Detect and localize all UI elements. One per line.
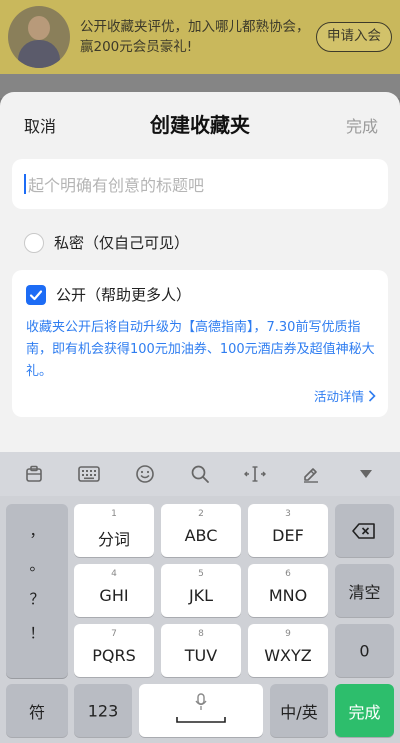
clear-key[interactable]: 清空 bbox=[335, 564, 394, 617]
text-caret bbox=[24, 174, 26, 194]
punct-key[interactable]: ！ bbox=[6, 616, 68, 650]
activity-details-label: 活动详情 bbox=[313, 389, 364, 404]
private-radio[interactable] bbox=[24, 232, 44, 253]
symbol-key[interactable]: 符 bbox=[6, 684, 68, 737]
key-3[interactable]: 3 DEF bbox=[248, 504, 328, 557]
title-placeholder: 起个明确有创意的标题吧 bbox=[28, 176, 205, 195]
key-number: 3 bbox=[285, 509, 291, 519]
key-8[interactable]: 8 TUV bbox=[161, 624, 241, 677]
keyboard-icon[interactable] bbox=[74, 459, 104, 489]
keyboard-done-key[interactable]: 完成 bbox=[335, 684, 394, 737]
key-label: 分词 bbox=[97, 530, 130, 549]
key-label: WXYZ bbox=[264, 646, 312, 665]
key-label: GHI bbox=[99, 586, 129, 605]
key-label: TUV bbox=[184, 646, 218, 665]
key-9[interactable]: 9 WXYZ bbox=[248, 624, 328, 677]
key-number: 8 bbox=[198, 629, 204, 639]
key-2[interactable]: 2 ABC bbox=[161, 504, 241, 557]
keyboard: ， 。 ？ ！ 1 分词 2 ABC 3 DEF 4 GHI 5 JKL 6 M… bbox=[0, 452, 400, 743]
public-checkbox[interactable] bbox=[26, 284, 46, 305]
emoji-icon[interactable] bbox=[130, 459, 160, 489]
private-option[interactable]: 私密（仅自己可见） bbox=[24, 232, 189, 253]
key-label: ABC bbox=[184, 526, 218, 545]
join-button[interactable]: 申请入会 bbox=[316, 22, 392, 52]
key-number: 4 bbox=[111, 569, 117, 579]
key-7[interactable]: 7 PQRS bbox=[74, 624, 154, 677]
search-icon[interactable] bbox=[185, 459, 215, 489]
clipboard-icon[interactable] bbox=[19, 459, 49, 489]
cursor-move-icon[interactable] bbox=[240, 459, 270, 489]
number-key[interactable]: 123 bbox=[74, 684, 132, 737]
clear-label: 清空 bbox=[348, 582, 381, 602]
key-number: 9 bbox=[285, 629, 291, 639]
key-label: DEF bbox=[272, 526, 304, 545]
public-label: 公开（帮助更多人） bbox=[56, 286, 192, 304]
done-button[interactable]: 完成 bbox=[346, 113, 378, 137]
zero-key[interactable]: 0 bbox=[335, 624, 394, 677]
space-key[interactable] bbox=[139, 684, 263, 737]
backspace-icon bbox=[352, 522, 375, 539]
banner-avatar bbox=[8, 6, 70, 68]
punct-key[interactable]: ？ bbox=[6, 582, 68, 616]
sheet-title: 创建收藏夹 bbox=[150, 113, 250, 137]
key-label: MNO bbox=[268, 586, 308, 605]
language-switch-key[interactable]: 中/英 bbox=[270, 684, 328, 737]
edit-icon[interactable] bbox=[296, 459, 326, 489]
zero-label: 0 bbox=[359, 641, 370, 660]
promo-banner[interactable]: 公开收藏夹评优，加入哪儿都熟协会，赢200元会员豪礼! 申请入会 bbox=[0, 0, 400, 74]
symbol-label: 符 bbox=[28, 702, 45, 722]
keyboard-done-label: 完成 bbox=[348, 702, 381, 722]
number-label: 123 bbox=[87, 701, 119, 720]
punct-key[interactable]: ， bbox=[6, 514, 68, 548]
key-5[interactable]: 5 JKL bbox=[161, 564, 241, 617]
key-6[interactable]: 6 MNO bbox=[248, 564, 328, 617]
backspace-key[interactable] bbox=[335, 504, 394, 557]
punctuation-column[interactable]: ， 。 ？ ！ bbox=[6, 504, 68, 678]
create-favorites-sheet: 取消 创建收藏夹 完成 起个明确有创意的标题吧 私密（仅自己可见） 公开（帮助更… bbox=[0, 92, 400, 472]
key-4[interactable]: 4 GHI bbox=[74, 564, 154, 617]
key-number: 7 bbox=[111, 629, 117, 639]
key-number: 1 bbox=[111, 509, 117, 519]
sheet-header: 取消 创建收藏夹 完成 bbox=[0, 92, 400, 154]
public-option[interactable]: 公开（帮助更多人） bbox=[26, 284, 191, 305]
chevron-right-icon bbox=[368, 389, 376, 402]
banner-text: 公开收藏夹评优，加入哪儿都熟协会，赢200元会员豪礼! bbox=[80, 19, 310, 55]
space-bar-icon bbox=[176, 717, 226, 723]
activity-details-link[interactable]: 活动详情 bbox=[314, 386, 376, 405]
key-number: 5 bbox=[198, 569, 204, 579]
key-label: PQRS bbox=[92, 646, 136, 665]
public-description: 收藏夹公开后将自动升级为【高德指南】，7.30前写优质指南，即有机会获得100元… bbox=[26, 320, 375, 379]
key-label: JKL bbox=[188, 586, 214, 605]
keyboard-toolbar bbox=[0, 452, 400, 496]
key-1[interactable]: 1 分词 bbox=[74, 504, 154, 557]
title-input[interactable]: 起个明确有创意的标题吧 bbox=[12, 159, 388, 209]
language-label: 中/英 bbox=[280, 702, 318, 722]
microphone-icon bbox=[195, 693, 207, 710]
check-icon bbox=[29, 289, 43, 300]
private-label: 私密（仅自己可见） bbox=[54, 234, 190, 252]
public-option-card: 公开（帮助更多人） 收藏夹公开后将自动升级为【高德指南】，7.30前写优质指南，… bbox=[12, 270, 388, 417]
punct-key[interactable]: 。 bbox=[6, 548, 68, 582]
key-number: 6 bbox=[285, 569, 291, 579]
key-number: 2 bbox=[198, 509, 204, 519]
collapse-icon[interactable] bbox=[351, 459, 381, 489]
